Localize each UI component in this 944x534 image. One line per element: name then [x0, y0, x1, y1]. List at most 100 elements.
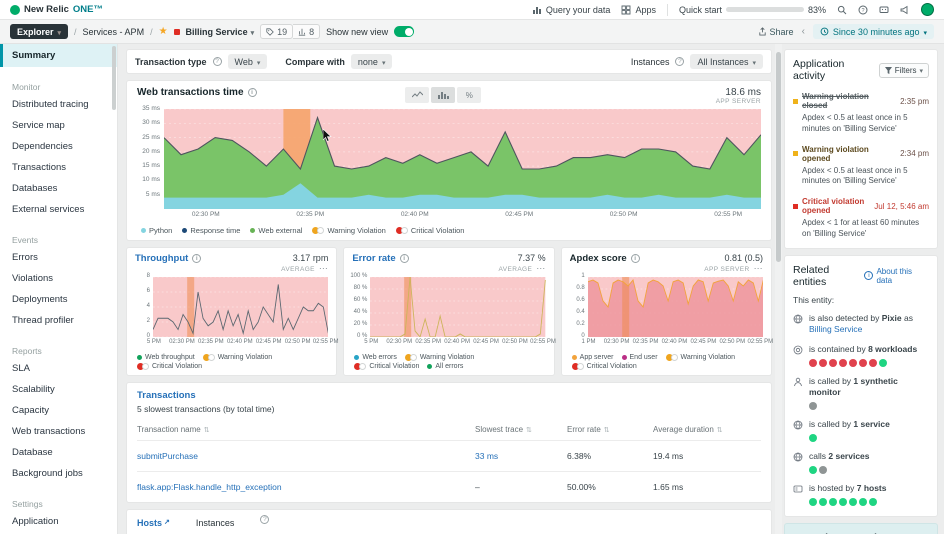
sort-icon[interactable]	[201, 425, 210, 434]
sidebar-item-deployments[interactable]: Deployments	[0, 289, 117, 310]
percent-chart-toggle[interactable]: %	[457, 87, 481, 103]
throughput-chart[interactable]	[153, 277, 328, 337]
error-rate-chart[interactable]	[370, 277, 545, 337]
main-scrollbar[interactable]	[775, 44, 782, 534]
error-rate-title[interactable]: Error rate	[352, 253, 395, 264]
scrollbar-thumb[interactable]	[776, 52, 781, 262]
legend-critical-violation[interactable]: Critical Violation	[572, 363, 637, 370]
sort-icon[interactable]	[714, 425, 723, 434]
monitor-status-dots[interactable]	[809, 402, 929, 410]
time-range-picker[interactable]: Since 30 minutes ago	[813, 24, 934, 39]
info-icon[interactable]	[192, 254, 201, 263]
sidebar-item-errors[interactable]: Errors	[0, 247, 117, 268]
quick-start-progress[interactable]: Quick start 83%	[679, 5, 826, 15]
sidebar-item-transactions[interactable]: Transactions	[0, 157, 117, 178]
sidebar-item-sla[interactable]: SLA	[0, 358, 117, 379]
show-new-view-toggle[interactable]	[394, 26, 414, 37]
help-circle-icon[interactable]	[213, 57, 222, 66]
search-icon[interactable]	[837, 5, 847, 15]
activity-item[interactable]: Critical violation opened Jul 12, 5:46 a…	[793, 197, 929, 240]
sidebar-item-external-services[interactable]: External services	[0, 199, 117, 220]
legend-response-time[interactable]: Response time	[182, 226, 240, 235]
breadcrumb-services-apm[interactable]: Services - APM	[83, 27, 145, 37]
help-circle-icon[interactable]	[260, 515, 269, 524]
help-circle-icon[interactable]	[675, 57, 684, 66]
activity-item[interactable]: Warning violation opened 2:34 pm Apdex <…	[793, 145, 929, 188]
card-menu-icon[interactable]: ⋯	[536, 263, 545, 273]
col-error-rate[interactable]: Error rate	[567, 425, 601, 434]
legend-critical-violation[interactable]: Critical Violation	[354, 363, 419, 370]
sidebar-item-thread-profiler[interactable]: Thread profiler	[0, 310, 117, 331]
entity-picker[interactable]: Billing Service	[186, 27, 255, 37]
sidebar-item-scalability[interactable]: Scalability	[0, 379, 117, 400]
alerts-badge[interactable]: 8	[293, 24, 320, 39]
info-icon[interactable]	[248, 88, 257, 97]
legend-warning-violation[interactable]: Warning Violation	[203, 354, 272, 361]
billing-service-link[interactable]: Billing Service	[809, 324, 862, 334]
tags-badge[interactable]: 19	[260, 24, 293, 39]
legend-app-server[interactable]: App server	[572, 354, 614, 361]
feedback-icon[interactable]	[879, 5, 889, 15]
filters-button[interactable]: Filters	[879, 63, 929, 78]
apdex-chart[interactable]	[588, 277, 763, 337]
legend-critical-violation[interactable]: Critical Violation	[396, 226, 465, 235]
host-status-dots[interactable]	[809, 498, 929, 506]
col-average-duration[interactable]: Average duration	[653, 425, 714, 434]
legend-warning-violation[interactable]: Warning Violation	[312, 226, 385, 235]
info-icon[interactable]	[631, 254, 640, 263]
compare-with-select[interactable]: none	[351, 54, 393, 69]
about-this-data-link[interactable]: About this data	[864, 267, 929, 285]
sidebar-item-web-transactions[interactable]: Web transactions	[0, 421, 117, 442]
stacked-chart-toggle[interactable]	[431, 87, 455, 103]
legend-web-errors[interactable]: Web errors	[354, 354, 397, 361]
legend-end-user[interactable]: End user	[622, 354, 658, 361]
service-status-dots[interactable]	[809, 434, 929, 442]
sidebar-item-service-map[interactable]: Service map	[0, 115, 117, 136]
sidebar-item-background-jobs[interactable]: Background jobs	[0, 463, 117, 484]
new-relic-logo[interactable]: New Relic ONE™	[10, 4, 103, 15]
transactions-link[interactable]: Transactions	[137, 390, 761, 401]
card-menu-icon[interactable]: ⋯	[754, 263, 763, 273]
sidebar-item-databases[interactable]: Databases	[0, 178, 117, 199]
transaction-type-select[interactable]: Web	[228, 54, 268, 69]
share-button[interactable]: Share	[758, 27, 794, 37]
explorer-menu-button[interactable]: Explorer	[10, 24, 68, 39]
sidebar-item-violations[interactable]: Violations	[0, 268, 117, 289]
col-transaction-name[interactable]: Transaction name	[137, 425, 201, 434]
instances-select[interactable]: All Instances	[690, 54, 763, 69]
sidebar-scrollbar[interactable]	[112, 46, 116, 110]
legend-python[interactable]: Python	[141, 226, 172, 235]
sidebar-item-distributed-tracing[interactable]: Distributed tracing	[0, 94, 117, 115]
trace-link[interactable]: 33 ms	[475, 451, 498, 461]
info-icon[interactable]	[400, 254, 409, 263]
sidebar-item-dependencies[interactable]: Dependencies	[0, 136, 117, 157]
line-chart-toggle[interactable]	[405, 87, 429, 103]
sidebar-item-database[interactable]: Database	[0, 442, 117, 463]
favorite-star-icon[interactable]	[159, 26, 168, 37]
query-your-data-button[interactable]: Query your data	[532, 5, 611, 15]
transaction-link[interactable]: flask.app:Flask.handle_http_exception	[137, 482, 282, 492]
legend-warning-violation[interactable]: Warning Violation	[405, 354, 474, 361]
throughput-title[interactable]: Throughput	[135, 253, 188, 264]
legend-all-errors[interactable]: All errors	[427, 363, 463, 370]
user-avatar[interactable]	[921, 3, 934, 16]
sort-icon[interactable]	[601, 425, 610, 434]
hosts-link[interactable]: Hosts	[137, 518, 170, 528]
collapse-panel-icon[interactable]: ‹	[802, 26, 805, 37]
announcements-icon[interactable]	[900, 5, 910, 15]
apps-button[interactable]: Apps	[621, 5, 656, 15]
card-menu-icon[interactable]: ⋯	[319, 263, 328, 273]
sidebar-item-capacity[interactable]: Capacity	[0, 400, 117, 421]
sidebar-item-application[interactable]: Application	[0, 511, 117, 532]
legend-web-external[interactable]: Web external	[250, 226, 302, 235]
legend-web-throughput[interactable]: Web throughput	[137, 354, 195, 361]
called-services-dots[interactable]	[809, 466, 929, 474]
workload-status-dots[interactable]	[809, 359, 929, 367]
sort-icon[interactable]	[523, 425, 532, 434]
activity-item[interactable]: Warning violation closed 2:35 pm Apdex <…	[793, 92, 929, 135]
legend-critical-violation[interactable]: Critical Violation	[137, 363, 202, 370]
legend-warning-violation[interactable]: Warning Violation	[666, 354, 735, 361]
transaction-link[interactable]: submitPurchase	[137, 451, 198, 461]
col-slowest-trace[interactable]: Slowest trace	[475, 425, 523, 434]
help-icon[interactable]: ?	[858, 5, 868, 15]
